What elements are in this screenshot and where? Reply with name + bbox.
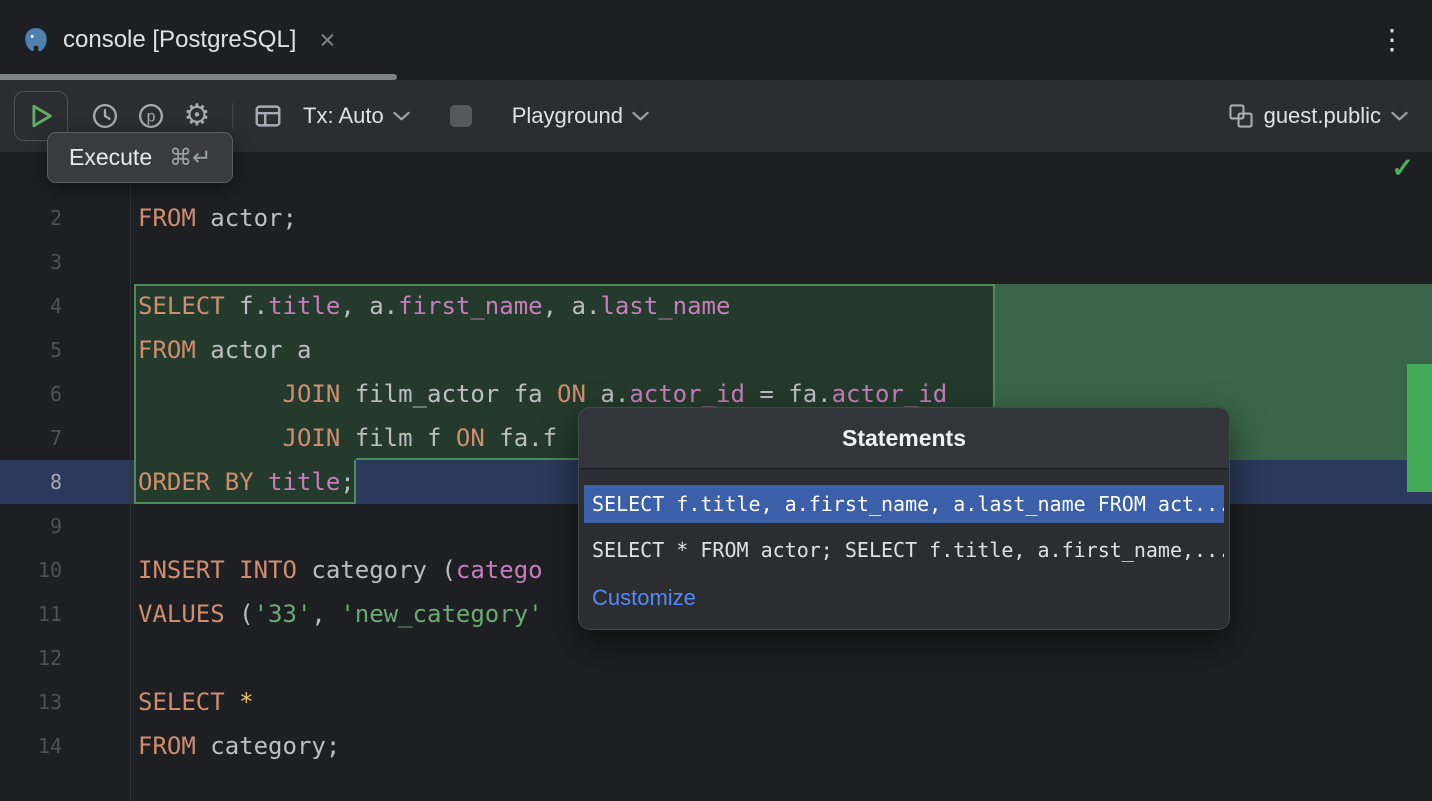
code-line[interactable]: SELECT *	[138, 680, 254, 724]
customize-link[interactable]: Customize	[579, 569, 1229, 629]
statement-item[interactable]: SELECT * FROM actor; SELECT f.title, a.f…	[584, 531, 1224, 569]
tab-console-postgresql[interactable]: console [PostgreSQL] ×	[0, 0, 349, 80]
statements-list: SELECT f.title, a.first_name, a.last_nam…	[579, 469, 1229, 569]
postgresql-elephant-icon	[22, 26, 50, 54]
schema-picker[interactable]: guest.public	[1228, 103, 1418, 129]
playground-dropdown[interactable]: Playground	[512, 103, 649, 129]
playground-label: Playground	[512, 103, 623, 129]
statements-popup: Statements SELECT f.title, a.first_name,…	[578, 407, 1230, 630]
code-line[interactable]: FROM actor a	[138, 328, 311, 372]
play-icon	[26, 101, 56, 131]
code-line[interactable]: ORDER BY title;	[138, 460, 355, 504]
tx-mode-dropdown[interactable]: Tx: Auto	[303, 103, 410, 129]
statement-item[interactable]: SELECT f.title, a.first_name, a.last_nam…	[584, 485, 1224, 523]
popup-title: Statements	[579, 408, 1229, 469]
schema-label: guest.public	[1264, 103, 1381, 129]
stop-icon	[450, 105, 472, 127]
code-line[interactable]: SELECT f.title, a.first_name, a.last_nam…	[138, 284, 730, 328]
chevron-down-icon	[1391, 111, 1408, 122]
scrollbar-selection-marker[interactable]	[1407, 364, 1432, 492]
schema-icon	[1228, 103, 1254, 129]
clock-icon	[91, 102, 119, 130]
code-line[interactable]: FROM actor;	[138, 196, 297, 240]
table-icon	[253, 101, 283, 131]
kebab-menu-icon[interactable]: ⋮	[1378, 26, 1432, 54]
code-line[interactable]: VALUES ('33', 'new_category'	[138, 592, 543, 636]
toolbar-separator	[232, 103, 233, 129]
execute-tooltip: Execute ⌘↵	[47, 132, 233, 183]
svg-text:p: p	[147, 109, 156, 126]
tooltip-shortcut: ⌘↵	[169, 144, 211, 171]
close-icon[interactable]: ×	[319, 27, 335, 54]
circled-p-icon: p	[137, 102, 165, 130]
table-view-button[interactable]	[245, 93, 291, 139]
tx-mode-label: Tx: Auto	[303, 103, 384, 129]
gear-icon: ⚙	[184, 101, 211, 131]
tab-strip-scrollbar-thumb[interactable]	[0, 74, 397, 80]
code-line[interactable]: FROM category;	[138, 724, 340, 768]
tooltip-label: Execute	[69, 144, 152, 171]
code-line[interactable]: JOIN film f ON fa.f	[138, 416, 557, 460]
tab-title: console [PostgreSQL]	[63, 26, 296, 54]
editor-tab-bar: console [PostgreSQL] × ⋮	[0, 0, 1432, 80]
code-line[interactable]: INSERT INTO category (catego	[138, 548, 543, 592]
stop-button[interactable]	[438, 93, 484, 139]
chevron-down-icon	[393, 111, 410, 122]
inspections-ok-icon[interactable]: ✓	[1391, 154, 1414, 184]
chevron-down-icon	[632, 111, 649, 122]
ide-window: console [PostgreSQL] × ⋮ p ⚙	[0, 0, 1432, 801]
